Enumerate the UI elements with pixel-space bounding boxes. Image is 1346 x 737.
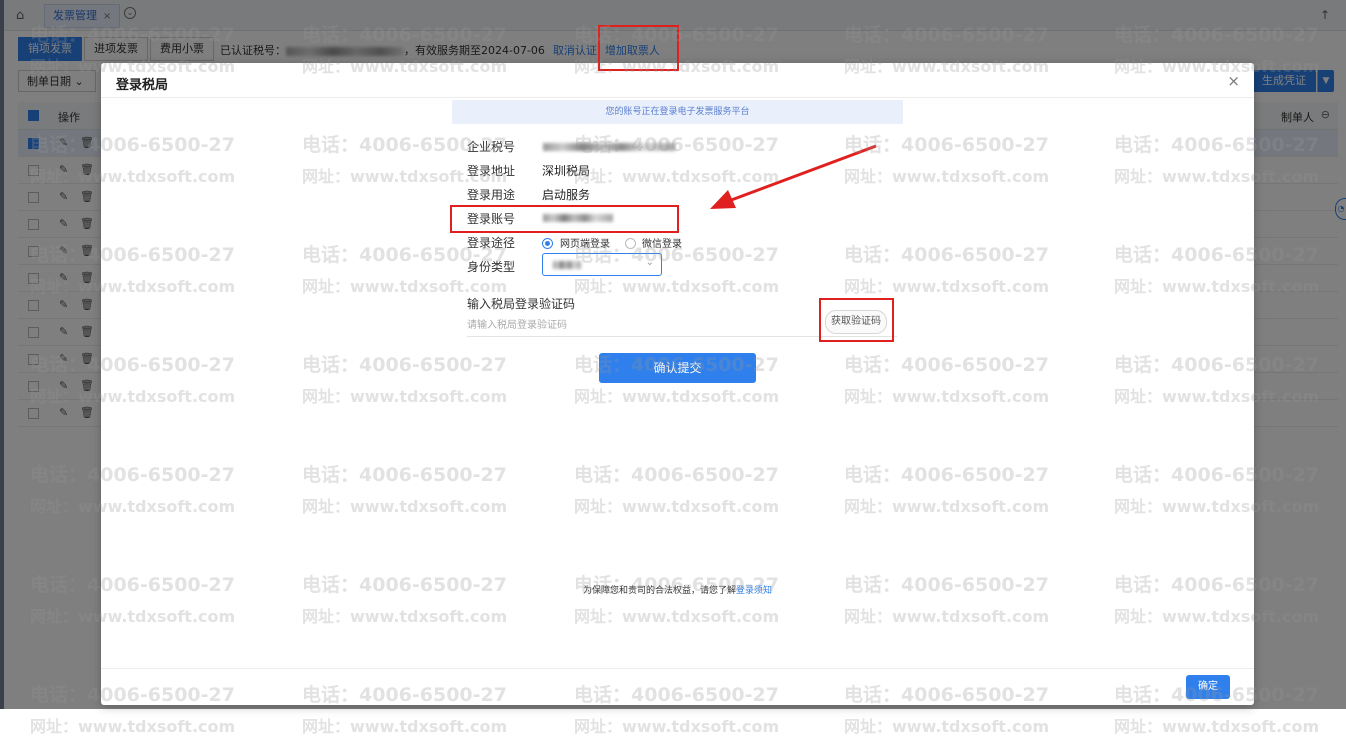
- annotation-arrow: [710, 144, 877, 209]
